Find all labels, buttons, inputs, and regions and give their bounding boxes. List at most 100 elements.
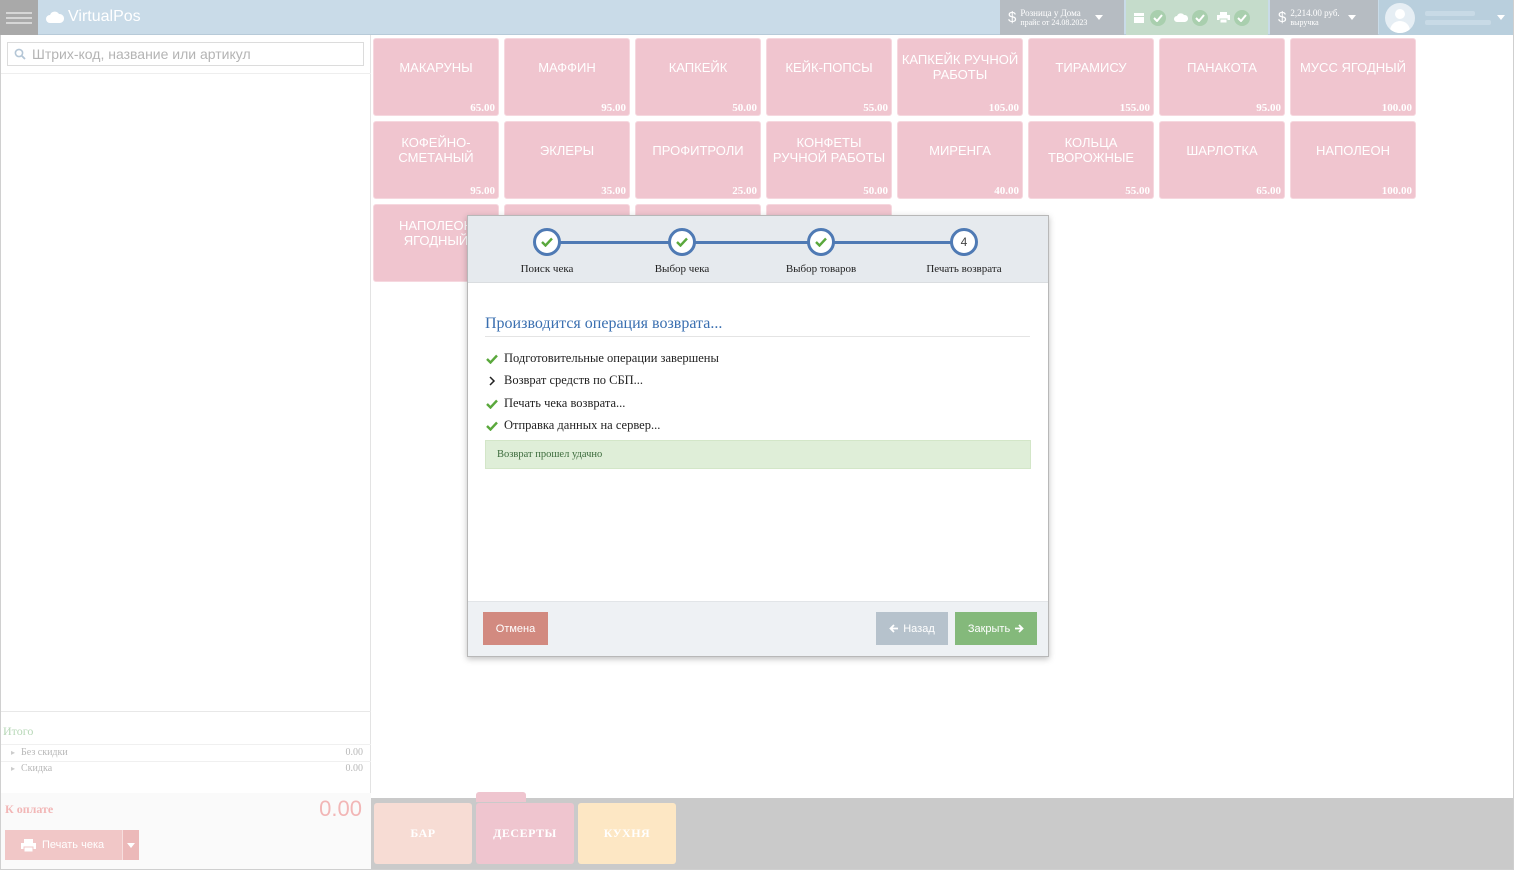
return-wizard-dialog: 4 Поиск чека Выбор чека Выбор товаров Пе…: [467, 215, 1049, 657]
product-tile[interactable]: КАПКЕЙК 50.00: [635, 38, 761, 116]
product-name: КЕЙК-ПОПСЫ: [785, 59, 873, 75]
printer-status[interactable]: [1216, 9, 1250, 26]
check-icon: [676, 237, 688, 247]
divider: [485, 336, 1030, 337]
success-alert: Возврат прошел удачно: [485, 440, 1031, 469]
product-tile[interactable]: КОНФЕТЫ РУЧНОЙ РАБОТЫ 50.00: [766, 121, 892, 199]
product-name: КАПКЕЙК РУЧНОЙ РАБОТЫ: [901, 52, 1019, 82]
product-name: ЭКЛЕРЫ: [539, 142, 595, 158]
cloud-upload-icon: [1174, 12, 1188, 24]
order-panel: Итого Без скидки 0.00 Скидка 0.00 К опла…: [0, 35, 371, 870]
product-price: 40.00: [994, 185, 1019, 197]
chevron-down-icon: [1095, 15, 1104, 20]
check-icon: [541, 237, 553, 247]
operation-item: Возврат средств по СБП...: [486, 373, 643, 388]
user-name-redacted: [1425, 10, 1491, 25]
product-price: 155.00: [1119, 102, 1150, 114]
dollar-icon: $: [1278, 9, 1287, 26]
menu-icon[interactable]: [0, 0, 38, 35]
check-icon: [486, 398, 498, 410]
operation-text: Отправка данных на сервер...: [504, 418, 661, 432]
category-tab-kitchen[interactable]: КУХНЯ: [578, 803, 676, 864]
search-input[interactable]: [32, 46, 352, 62]
operation-text: Подготовительные операции завершены: [504, 351, 719, 365]
category-label: БАР: [410, 826, 436, 840]
order-summary: Итого Без скидки 0.00 Скидка 0.00: [1, 711, 371, 774]
close-button-label: Закрыть: [967, 622, 1011, 635]
dialog-title: Производится операция возврата...: [485, 315, 723, 332]
chevron-down-icon: [1347, 15, 1356, 20]
product-name: КОНФЕТЫ РУЧНОЙ РАБОТЫ: [772, 135, 886, 165]
step-1-indicator: [533, 228, 561, 256]
step-label: Печать возврата: [926, 263, 1002, 275]
cancel-button-label: Отмена: [495, 622, 536, 635]
cash-register-status[interactable]: [1132, 9, 1166, 26]
product-tile[interactable]: МИРЕНГА 40.00: [897, 121, 1023, 199]
check-icon: [1234, 9, 1250, 26]
step-2-indicator: [668, 228, 696, 256]
product-name: МУСС ЯГОДНЫЙ: [1299, 59, 1407, 75]
price-list-selector[interactable]: $ Розница у Дома прайс от 24.08.2023: [1000, 0, 1124, 35]
product-tile[interactable]: КАПКЕЙК РУЧНОЙ РАБОТЫ 105.00: [897, 38, 1023, 116]
category-tab-bar[interactable]: БАР: [374, 803, 472, 864]
dialog-footer: Отмена Назад Закрыть: [468, 601, 1048, 656]
product-name: КОЛЬЦА ТВОРОЖНЫЕ: [1047, 135, 1135, 165]
revenue-dropdown[interactable]: $ 2,214.00 руб. выручка: [1270, 0, 1378, 35]
avatar: [1385, 2, 1415, 33]
divider: [1, 761, 371, 762]
product-tile[interactable]: КЕЙК-ПОПСЫ 55.00: [766, 38, 892, 116]
close-button[interactable]: Закрыть: [955, 612, 1037, 645]
arrow-right-icon: [1015, 624, 1024, 633]
product-price: 50.00: [863, 185, 888, 197]
product-price: 35.00: [601, 185, 626, 197]
product-tile[interactable]: КОФЕЙНО-СМЕТАНЫЙ 95.00: [373, 121, 499, 199]
chevron-down-icon: [127, 842, 135, 848]
print-receipt-label: Печать чека: [42, 839, 105, 851]
product-name: МАКАРУНЫ: [399, 59, 473, 75]
printer-icon: [1216, 12, 1230, 24]
back-button[interactable]: Назад: [876, 612, 948, 645]
payment-area: К оплате 0.00 Печать чека: [1, 793, 371, 870]
product-tile[interactable]: ШАРЛОТКА 65.00: [1159, 121, 1285, 199]
cancel-button[interactable]: Отмена: [483, 612, 548, 645]
category-tab-desserts[interactable]: ДЕСЕРТЫ: [476, 803, 574, 864]
product-name: МАФФИН: [538, 59, 596, 75]
product-name: КАПКЕЙК: [668, 59, 728, 75]
product-tile[interactable]: КОЛЬЦА ТВОРОЖНЫЕ 55.00: [1028, 121, 1154, 199]
product-price: 95.00: [1256, 102, 1281, 114]
product-tile[interactable]: МУСС ЯГОДНЫЙ 100.00: [1290, 38, 1416, 116]
print-options-dropdown[interactable]: [122, 830, 139, 860]
operation-text: Возврат средств по СБП...: [504, 373, 644, 387]
summary-row-label: Скидка: [11, 763, 52, 774]
product-tile[interactable]: МАКАРУНЫ 65.00: [373, 38, 499, 116]
product-tile[interactable]: ПРОФИТРОЛИ 25.00: [635, 121, 761, 199]
printer-icon: [21, 838, 36, 852]
product-tile[interactable]: НАПОЛЕОН 100.00: [1290, 121, 1416, 199]
app-logo: VirtualPos: [46, 7, 141, 27]
cloud-status[interactable]: [1174, 9, 1208, 26]
product-price: 65.00: [470, 102, 495, 114]
product-tile[interactable]: ЭКЛЕРЫ 35.00: [504, 121, 630, 199]
operation-item: Отправка данных на сервер...: [486, 418, 660, 433]
cloud-icon: [46, 11, 64, 23]
product-name: НАПОЛЕОН: [1316, 142, 1390, 158]
user-menu[interactable]: [1379, 0, 1514, 35]
product-name: КОФЕЙНО-СМЕТАНЫЙ: [398, 135, 474, 165]
step-label: Поиск чека: [520, 263, 574, 275]
product-tile[interactable]: ТИРАМИСУ 155.00: [1028, 38, 1154, 116]
device-status-group: [1126, 0, 1268, 35]
step-label: Выбор товаров: [785, 263, 857, 275]
app-title: VirtualPos: [68, 8, 141, 25]
to-pay-value: 0.00: [319, 796, 362, 821]
search-box[interactable]: [7, 42, 364, 66]
top-bar: VirtualPos $ Розница у Дома прайс от 24.…: [0, 0, 1514, 35]
product-tile[interactable]: ПАНАКОТА 95.00: [1159, 38, 1285, 116]
product-price: 95.00: [601, 102, 626, 114]
operation-item: Подготовительные операции завершены: [486, 351, 719, 366]
product-tile[interactable]: МАФФИН 95.00: [504, 38, 630, 116]
divider: [1, 744, 371, 745]
print-receipt-button[interactable]: Печать чека: [5, 830, 122, 860]
check-icon: [1192, 9, 1208, 26]
summary-title: Итого: [3, 724, 34, 738]
summary-row-label: Без скидки: [11, 747, 68, 758]
